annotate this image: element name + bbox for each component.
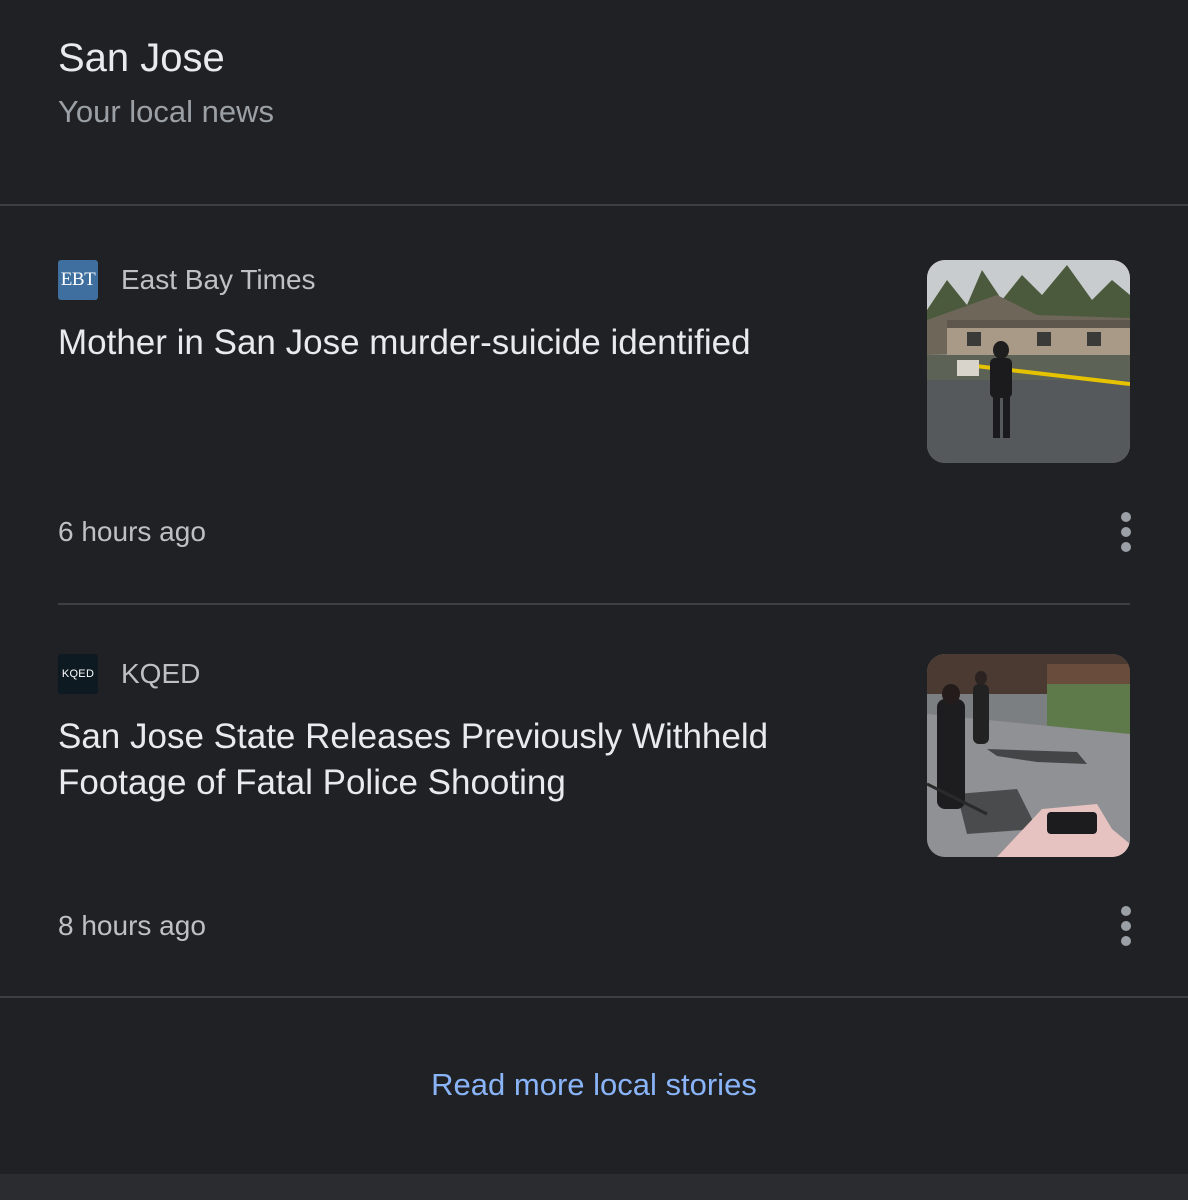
read-more-link[interactable]: Read more local stories xyxy=(0,1064,1188,1106)
header-divider xyxy=(0,204,1188,206)
more-options-button[interactable] xyxy=(1106,508,1146,556)
article-headline[interactable]: San Jose State Releases Previously Withh… xyxy=(58,714,878,806)
source-name: East Bay Times xyxy=(121,264,316,295)
thumbnail-image xyxy=(927,260,1130,463)
article-thumbnail[interactable] xyxy=(927,654,1130,857)
article-card[interactable]: EBT East Bay Times Mother in San Jose mu… xyxy=(0,260,1188,560)
more-vert-icon xyxy=(1121,512,1131,522)
article-timestamp: 8 hours ago xyxy=(58,910,206,941)
article-source: KQED KQED xyxy=(58,654,200,694)
source-logo: KQED xyxy=(58,654,98,694)
footer-divider xyxy=(0,996,1188,998)
article-card[interactable]: KQED KQED San Jose State Releases Previo… xyxy=(0,654,1188,954)
section-subtitle: Your local news xyxy=(58,94,274,129)
article-thumbnail[interactable] xyxy=(927,260,1130,463)
more-vert-icon xyxy=(1121,906,1131,916)
source-name: KQED xyxy=(121,658,201,689)
section-title: San Jose xyxy=(58,36,225,80)
article-divider xyxy=(58,603,1130,605)
source-logo: EBT xyxy=(58,260,98,300)
article-timestamp: 6 hours ago xyxy=(58,516,206,547)
article-source: EBT East Bay Times xyxy=(58,260,316,300)
more-options-button[interactable] xyxy=(1106,902,1146,950)
article-headline[interactable]: Mother in San Jose murder-suicide identi… xyxy=(58,320,878,366)
local-news-card: San Jose Your local news EBT East Bay Ti… xyxy=(0,0,1188,1174)
thumbnail-image xyxy=(927,654,1130,857)
